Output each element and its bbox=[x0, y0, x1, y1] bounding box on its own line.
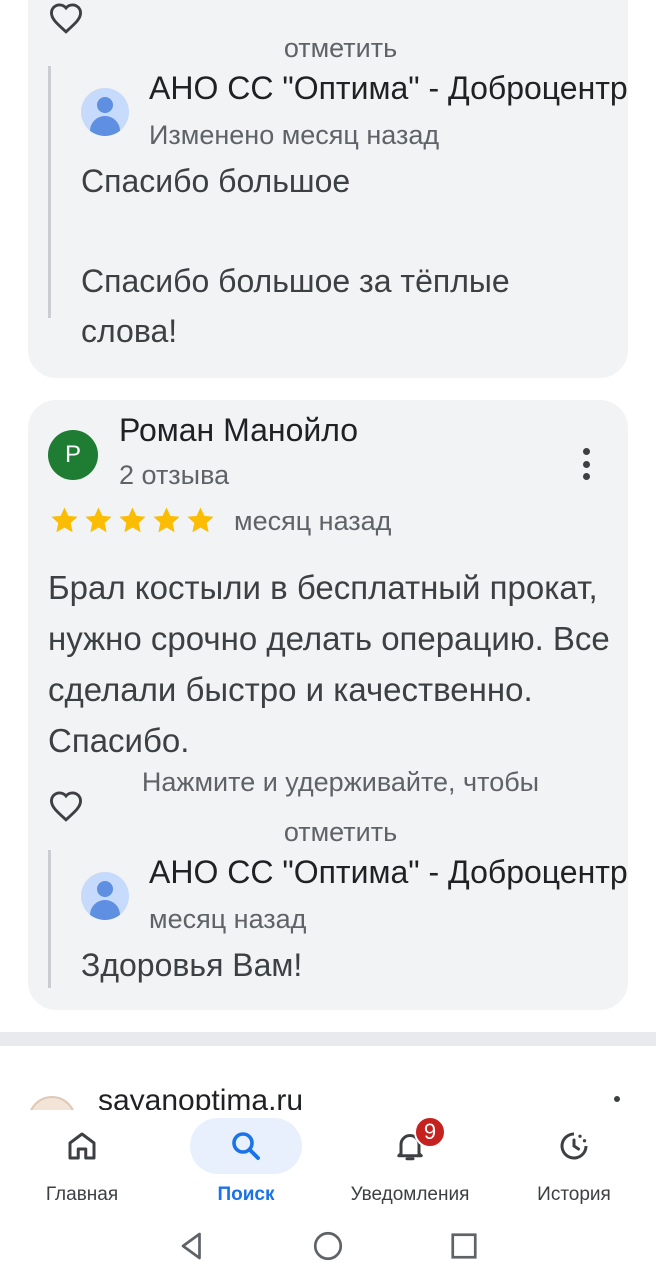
owner-reply: АНО СС "Оптима" - Доброцентр Изменено ме… bbox=[48, 66, 648, 349]
owner-reply-time: месяц назад bbox=[149, 904, 307, 934]
review-card-previous: отметить АНО СС "Оптима" - Доброцентр Из… bbox=[28, 0, 628, 378]
results-scroll-area[interactable]: отметить АНО СС "Оптима" - Доброцентр Из… bbox=[0, 0, 656, 1110]
search-icon bbox=[232, 1132, 260, 1160]
rating-stars bbox=[48, 504, 217, 537]
reviewer-avatar[interactable]: Р bbox=[48, 430, 98, 480]
review-card: Р Роман Манойло 2 отзыва месяц назад Бра… bbox=[28, 400, 628, 1010]
owner-name[interactable]: АНО СС "Оптима" - Доброцентр bbox=[149, 854, 628, 891]
star-icon bbox=[51, 507, 78, 533]
hold-hint-line1: Нажмите и удерживайте, чтобы bbox=[141, 767, 540, 797]
reviewer-name[interactable]: Роман Манойло bbox=[119, 412, 358, 449]
nav-home-label: Главная bbox=[45, 1184, 119, 1205]
section-divider bbox=[0, 1032, 656, 1046]
notifications-badge: 9 bbox=[414, 1116, 446, 1148]
review-time: месяц назад bbox=[234, 506, 392, 536]
back-icon[interactable] bbox=[174, 1228, 210, 1264]
history-icon bbox=[560, 1132, 588, 1160]
owner-name[interactable]: АНО СС "Оптима" - Доброцентр bbox=[149, 70, 628, 107]
star-icon bbox=[119, 507, 146, 533]
system-navigation-bar bbox=[0, 1214, 656, 1280]
reviewer-review-count: 2 отзыва bbox=[119, 460, 230, 490]
site-favicon-icon bbox=[28, 1096, 76, 1110]
home-circle-icon[interactable] bbox=[310, 1228, 346, 1264]
owner-reply: АНО СС "Оптима" - Доброцентр месяц назад… bbox=[48, 850, 648, 988]
recents-square-icon[interactable] bbox=[446, 1228, 482, 1264]
nav-search[interactable]: Поиск bbox=[164, 1110, 328, 1214]
more-options-icon[interactable] bbox=[614, 1096, 622, 1110]
next-result[interactable]: sayanoptima.ru bbox=[0, 1070, 656, 1110]
bottom-navigation: Главная Поиск 9 Уведомления История bbox=[0, 1110, 656, 1214]
owner-reply-text: Спасибо большое Спасибо большое за тёплы… bbox=[81, 163, 510, 349]
nav-history-label: История bbox=[537, 1184, 611, 1205]
star-icon bbox=[85, 507, 112, 533]
nav-notifications[interactable]: 9 Уведомления bbox=[328, 1110, 492, 1214]
star-icon bbox=[187, 507, 214, 533]
nav-notifications-label: Уведомления bbox=[350, 1184, 470, 1205]
owner-avatar bbox=[81, 88, 129, 136]
nav-search-label: Поиск bbox=[217, 1184, 275, 1205]
home-icon bbox=[68, 1132, 96, 1160]
nav-home[interactable]: Главная bbox=[0, 1110, 164, 1214]
review-text: Брал костыли в бесплатный прокат, нужно … bbox=[48, 569, 610, 759]
more-options-icon[interactable] bbox=[570, 444, 602, 484]
site-name[interactable]: sayanoptima.ru bbox=[98, 1084, 303, 1110]
owner-avatar bbox=[81, 872, 129, 920]
nav-history[interactable]: История bbox=[492, 1110, 656, 1214]
owner-reply-text: Здоровья Вам! bbox=[81, 947, 303, 983]
owner-reply-time: Изменено месяц назад bbox=[149, 120, 440, 150]
star-icon bbox=[153, 507, 180, 533]
